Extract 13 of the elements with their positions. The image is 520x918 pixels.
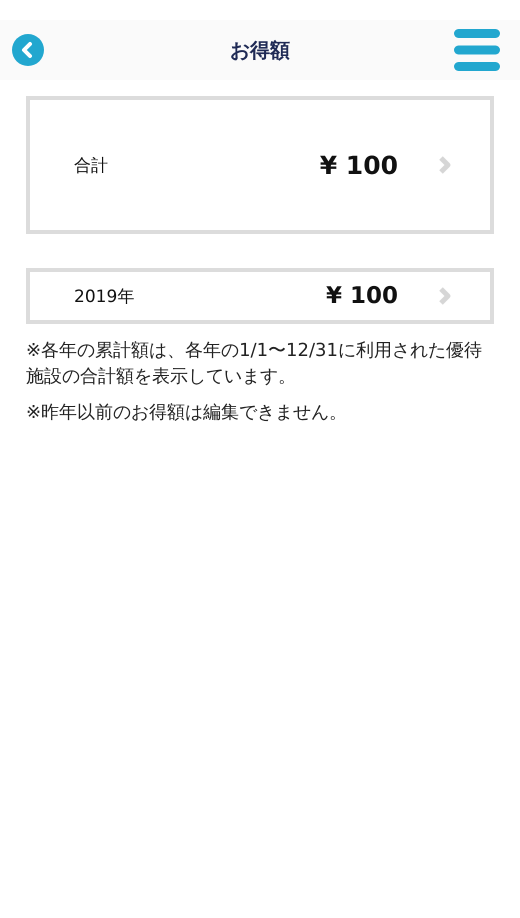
back-icon[interactable] xyxy=(12,34,44,66)
amount-value: ¥ 100 xyxy=(326,283,398,309)
row-label: 2019年 xyxy=(74,286,136,308)
amount-row[interactable]: 合計 ¥ 100 xyxy=(26,96,494,234)
page-title: お得額 xyxy=(230,36,290,64)
amount-row[interactable]: 2019年 ¥ 100 xyxy=(26,268,494,324)
menu-icon[interactable] xyxy=(454,27,500,73)
note-text: ※各年の累計額は、各年の1/1〜12/31に利用された優待施設の合計額を表示しています。 xyxy=(26,339,483,389)
chevron-icon xyxy=(438,155,452,175)
row-label: 合計 xyxy=(74,154,109,176)
chevron-icon xyxy=(438,286,452,306)
amount-value: ¥ 100 xyxy=(320,150,398,180)
note-text: ※昨年以前のお得額は編集できません。 xyxy=(26,401,348,425)
